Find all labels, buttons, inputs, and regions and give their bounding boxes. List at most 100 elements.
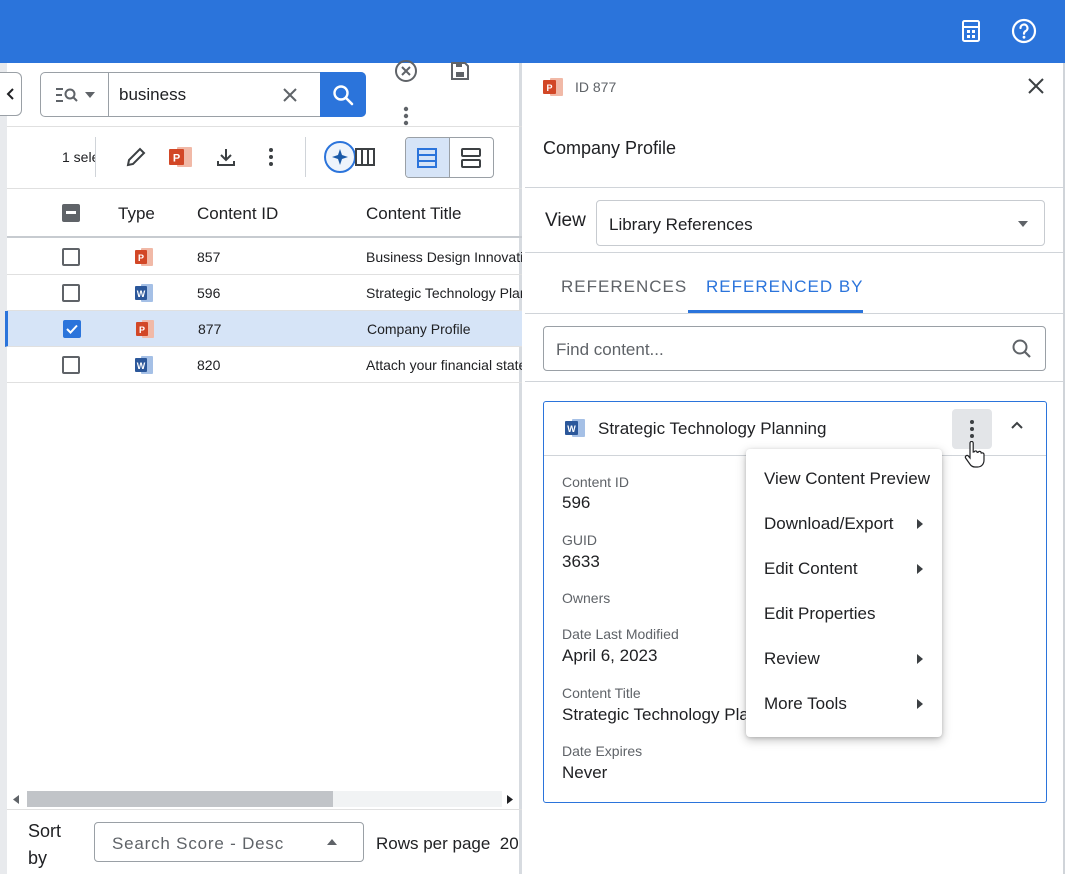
svg-text:P: P xyxy=(546,83,552,93)
help-icon[interactable] xyxy=(1009,16,1039,46)
search-icon xyxy=(1012,339,1031,358)
collapse-panel-button[interactable] xyxy=(0,72,22,116)
table-footer: Sort by Search Score - Desc Rows per pag… xyxy=(7,810,522,874)
menu-item-review[interactable]: Review xyxy=(746,637,942,682)
columns-icon xyxy=(355,148,375,166)
svg-text:W: W xyxy=(567,424,576,434)
comfortable-view-button[interactable] xyxy=(450,138,494,177)
more-vertical-icon xyxy=(269,148,273,166)
field-value: Never xyxy=(562,763,608,782)
tab-referenced-by[interactable]: REFERENCED BY xyxy=(706,277,864,297)
search-button[interactable] xyxy=(320,72,366,117)
rows-per-page[interactable]: Rows per page 20 xyxy=(376,834,519,854)
scroll-left-icon[interactable] xyxy=(13,795,20,804)
save-icon xyxy=(451,62,469,80)
more-actions-button[interactable] xyxy=(257,143,285,171)
minus-icon xyxy=(66,211,76,214)
content-id-label: ID 877 xyxy=(575,79,617,95)
divider xyxy=(525,381,1065,382)
row-content-title: Business Design Innovation xyxy=(366,249,522,265)
menu-item-view-content-preview[interactable]: View Content Preview xyxy=(746,457,942,502)
more-vertical-icon xyxy=(403,106,409,126)
word-file-icon: W xyxy=(135,356,153,374)
column-header-content-title[interactable]: Content Title xyxy=(366,204,461,224)
menu-item-download-export[interactable]: Download/Export xyxy=(746,502,942,547)
word-file-icon: W xyxy=(565,419,585,437)
sort-value: Search Score - Desc xyxy=(112,834,285,853)
list-comfortable-icon xyxy=(461,147,482,168)
select-all-checkbox[interactable] xyxy=(62,204,80,222)
search-scope-dropdown[interactable] xyxy=(41,73,109,116)
search-scope-icon xyxy=(55,87,78,102)
table-row[interactable]: P 857 Business Design Innovation xyxy=(7,239,522,275)
sort-select[interactable]: Search Score - Desc xyxy=(94,822,364,862)
powerpoint-icon: P xyxy=(169,147,192,167)
save-search-button[interactable] xyxy=(449,60,471,82)
download-button[interactable] xyxy=(212,143,240,171)
search-box: business xyxy=(40,72,366,117)
svg-text:P: P xyxy=(139,325,145,335)
column-header-content-id[interactable]: Content ID xyxy=(197,204,278,224)
row-checkbox[interactable] xyxy=(62,356,80,374)
reference-card-title: Strategic Technology Planning xyxy=(598,419,827,438)
menu-item-more-tools[interactable]: More Tools xyxy=(746,682,942,727)
powerpoint-file-icon: P xyxy=(136,320,154,338)
close-circle-icon xyxy=(395,60,417,82)
more-options-button[interactable] xyxy=(400,104,412,128)
chevron-up-icon[interactable] xyxy=(1006,414,1028,436)
clear-search-button[interactable] xyxy=(277,82,303,108)
columns-button[interactable] xyxy=(351,143,379,171)
scroll-thumb[interactable] xyxy=(27,791,333,807)
column-header-type[interactable]: Type xyxy=(118,204,155,224)
panel-edge xyxy=(0,63,7,874)
menu-item-label: View Content Preview xyxy=(764,469,930,488)
top-bar xyxy=(0,0,1065,63)
table-header: Type Content ID Content Title xyxy=(7,188,522,238)
svg-text:W: W xyxy=(137,289,146,299)
page-title: Company Profile xyxy=(543,138,677,158)
row-content-title: Strategic Technology Planning xyxy=(366,285,522,301)
word-file-icon: W xyxy=(135,284,153,302)
divider xyxy=(95,137,96,177)
search-icon xyxy=(333,84,354,105)
submenu-arrow-icon xyxy=(917,654,923,664)
pencil-icon xyxy=(126,147,146,167)
svg-text:P: P xyxy=(138,253,144,263)
view-value: Library References xyxy=(609,215,753,234)
compact-view-button[interactable] xyxy=(406,138,450,177)
rows-per-page-value[interactable]: 20 xyxy=(500,834,519,853)
menu-item-edit-properties[interactable]: Edit Properties xyxy=(746,592,942,637)
close-panel-button[interactable] xyxy=(1023,73,1049,99)
chevron-left-icon xyxy=(6,88,14,100)
find-content-input[interactable]: Find content... xyxy=(543,326,1046,371)
scroll-right-icon[interactable] xyxy=(507,795,514,804)
view-label: View xyxy=(545,210,586,231)
tab-references[interactable]: REFERENCES xyxy=(561,277,687,297)
menu-item-edit-content[interactable]: Edit Content xyxy=(746,547,942,592)
field-label: Date Last Modified xyxy=(562,626,679,642)
divider xyxy=(525,313,1065,314)
selection-toolbar: 1 selected P xyxy=(7,126,522,188)
row-checkbox[interactable] xyxy=(62,248,80,266)
menu-item-label: Edit Content xyxy=(764,559,858,578)
open-powerpoint-button[interactable]: P xyxy=(167,143,195,171)
table-row[interactable]: W 596 Strategic Technology Planning xyxy=(7,275,522,311)
svg-text:W: W xyxy=(137,361,146,371)
table-row[interactable]: W 820 Attach your financial statements xyxy=(7,347,522,383)
search-input[interactable]: business xyxy=(119,85,186,105)
edit-button[interactable] xyxy=(122,143,150,171)
divider xyxy=(305,137,306,177)
row-checkbox[interactable] xyxy=(62,284,80,302)
submenu-arrow-icon xyxy=(917,519,923,529)
field-value: 3633 xyxy=(562,552,600,571)
rows-per-page-label: Rows per page xyxy=(376,834,491,853)
horizontal-scrollbar[interactable] xyxy=(7,788,522,810)
calculator-icon[interactable] xyxy=(956,16,986,46)
cancel-search-button[interactable] xyxy=(394,59,418,83)
submenu-arrow-icon xyxy=(917,699,923,709)
row-content-id: 596 xyxy=(197,285,221,301)
view-select[interactable]: Library References xyxy=(596,200,1045,246)
table-row-selected[interactable]: P 877 Company Profile xyxy=(5,311,522,347)
menu-item-label: More Tools xyxy=(764,694,847,713)
row-checkbox[interactable] xyxy=(63,320,81,338)
